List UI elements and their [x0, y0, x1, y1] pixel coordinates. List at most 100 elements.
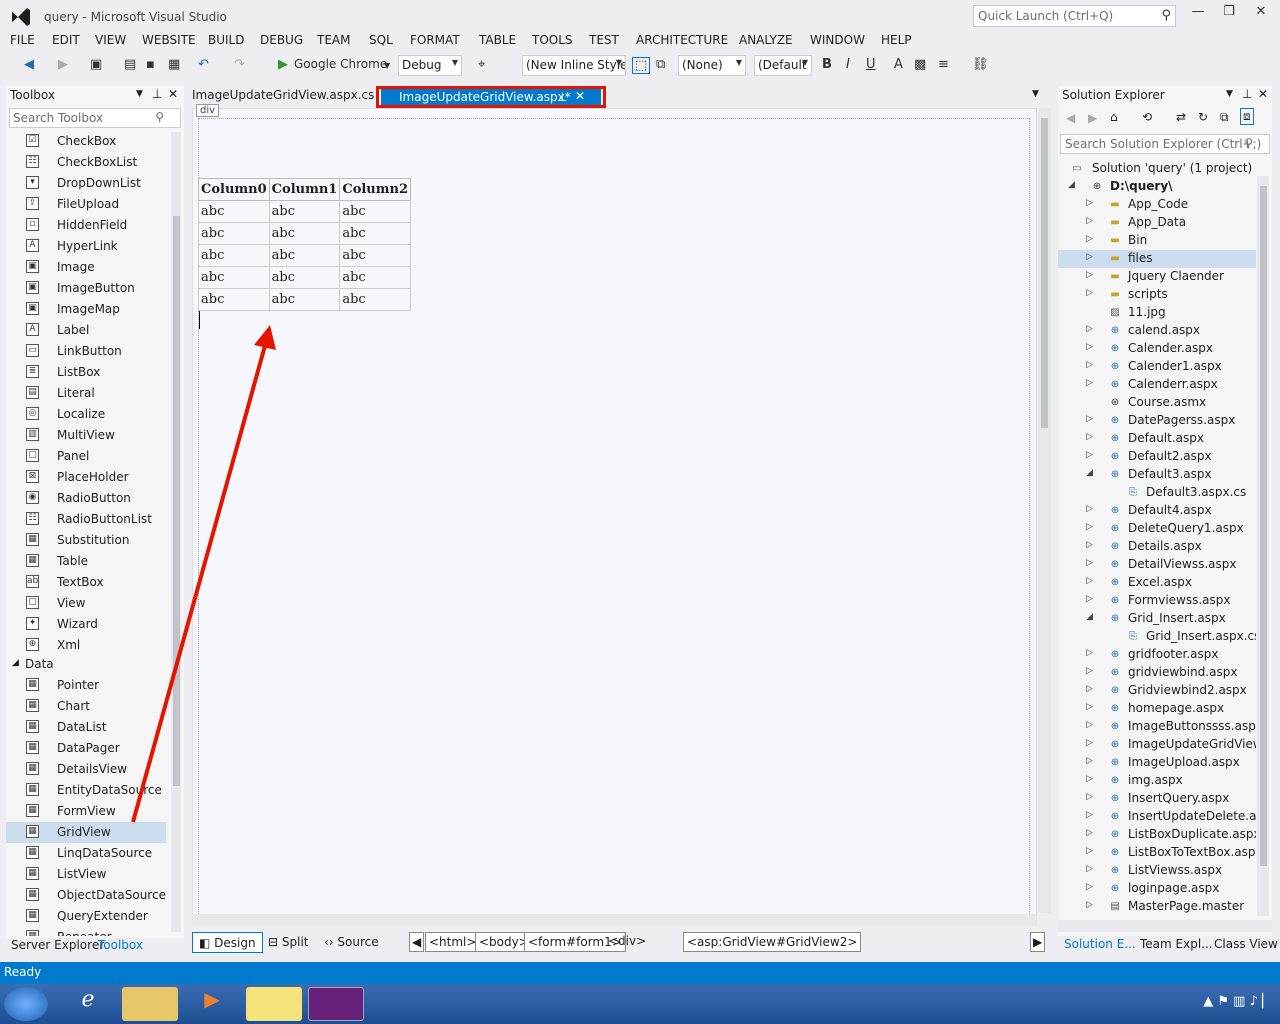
list-item[interactable]: ▷ ⊕ ListBoxToTextBox.aspx [1058, 844, 1256, 862]
expanded-arrow-icon[interactable]: ◢ [1086, 612, 1096, 622]
toolbox-item[interactable]: ⊕ Xml [6, 635, 166, 656]
collapsed-arrow-icon[interactable]: ▷ [1086, 360, 1096, 370]
list-item[interactable]: ▨ 11.jpg [1058, 304, 1256, 322]
breadcrumb-item[interactable]: <div> [605, 932, 649, 952]
quick-launch-input[interactable]: Quick Launch (Ctrl+Q) ⚲ [973, 5, 1176, 27]
list-item[interactable]: ▷ ⊕ ImageUpload.aspx [1058, 754, 1256, 772]
toolbox-item[interactable]: ▦ ObjectDataSource [6, 885, 166, 906]
collapsed-arrow-icon[interactable]: ▷ [1086, 738, 1096, 748]
align-icon[interactable]: ≡ [938, 57, 949, 72]
breadcrumb-item[interactable]: <asp:GridView#GridView2> [683, 932, 862, 952]
collapsed-arrow-icon[interactable]: ▷ [1086, 198, 1096, 208]
menu-test[interactable]: TEST [589, 33, 619, 47]
underline-button[interactable]: U [866, 57, 876, 72]
collapsed-arrow-icon[interactable]: ▷ [1086, 666, 1096, 676]
hyperlink-icon[interactable]: ⛓ [972, 57, 989, 72]
toolbox-item[interactable]: ▥ MultiView [6, 425, 166, 446]
browser-link-icon[interactable]: ⌖ [478, 57, 485, 72]
collapsed-arrow-icon[interactable]: ▷ [1086, 756, 1096, 766]
toolbox-item[interactable]: ab TextBox [6, 572, 166, 593]
list-item[interactable]: ▷ ⊕ Default4.aspx [1058, 502, 1256, 520]
internet-explorer-icon[interactable]: ℯ [60, 987, 116, 1021]
list-item[interactable]: ▷ ⊕ ListBoxDuplicate.aspx [1058, 826, 1256, 844]
toggle-overlay-icon[interactable]: ⧉ [656, 57, 665, 72]
menu-table[interactable]: TABLE [479, 33, 516, 47]
forward-icon[interactable]: ▶ [1088, 111, 1097, 125]
flag-icon[interactable]: ⚑ [1217, 994, 1229, 1009]
collapsed-arrow-icon[interactable]: ▷ [1086, 216, 1096, 226]
bold-button[interactable]: B [822, 57, 832, 72]
toolbox-item[interactable]: ▣ ImageButton [6, 278, 166, 299]
minimize-button[interactable]: — [1183, 4, 1213, 24]
solution-node[interactable]: ▭ Solution 'query' (1 project) [1058, 160, 1254, 178]
breadcrumb-right-arrow[interactable]: ▶ [1030, 932, 1046, 952]
tab-code-behind[interactable]: ImageUpdateGridView.aspx.cs [192, 88, 374, 102]
menu-view[interactable]: VIEW [95, 33, 126, 47]
menu-architecture[interactable]: ARCHITECTURE [636, 33, 728, 47]
new-project-icon[interactable]: ▣ [90, 57, 102, 72]
file-explorer-icon[interactable] [122, 987, 178, 1021]
toolbox-item[interactable]: ▦ Pointer [6, 675, 166, 696]
expanded-arrow-icon[interactable]: ◢ [1086, 468, 1096, 478]
menu-sql[interactable]: SQL [369, 33, 393, 47]
collapsed-arrow-icon[interactable]: ▷ [1086, 720, 1096, 730]
collapsed-arrow-icon[interactable]: ▷ [1086, 576, 1096, 586]
toolbox-item[interactable]: ☷ CheckBoxList [6, 152, 166, 173]
collapsed-arrow-icon[interactable]: ▷ [1086, 252, 1096, 262]
toolbox-item[interactable]: ▦ ListView [6, 864, 166, 885]
properties-icon[interactable]: ⧈ [1240, 108, 1254, 125]
toolbox-item[interactable]: ⊠ PlaceHolder [6, 467, 166, 488]
sync-icon[interactable]: ⇄ [1176, 110, 1186, 124]
save-all-icon[interactable]: ▦ [168, 57, 180, 72]
list-item[interactable]: ▷ ▤ MasterPage.master [1058, 898, 1256, 916]
menu-build[interactable]: BUILD [208, 33, 244, 47]
tab-solution-explorer[interactable]: Solution E... [1064, 937, 1136, 951]
collapsed-arrow-icon[interactable]: ▷ [1086, 378, 1096, 388]
back-icon[interactable]: ◀ [24, 57, 34, 72]
toolbox-item[interactable]: ☷ RadioButtonList [6, 509, 166, 530]
list-item[interactable]: ▷ ⊕ gridfooter.aspx [1058, 646, 1256, 664]
list-item[interactable]: ◢ ⊕ Grid_Insert.aspx [1058, 610, 1256, 628]
tab-overflow-icon[interactable]: ▼ [1032, 89, 1039, 99]
collapse-all-icon[interactable]: ⧉ [1220, 110, 1229, 125]
toolbox-item[interactable]: ▦ DetailsView [6, 759, 166, 780]
menu-edit[interactable]: EDIT [52, 33, 80, 47]
collapsed-arrow-icon[interactable]: ▷ [1086, 432, 1096, 442]
collapsed-arrow-icon[interactable]: ▷ [1086, 234, 1096, 244]
network-icon[interactable]: ▥ [1233, 994, 1245, 1009]
open-file-icon[interactable]: ▤ [124, 57, 136, 72]
editor-horizontal-scrollbar[interactable] [192, 914, 1037, 926]
toolbox-item[interactable]: ▢ Panel [6, 446, 166, 467]
collapsed-arrow-icon[interactable]: ▷ [1086, 522, 1096, 532]
collapsed-arrow-icon[interactable]: ▷ [1086, 774, 1096, 784]
tab-toolbox[interactable]: Toolbox [98, 938, 143, 952]
breadcrumb-left-arrow[interactable]: ◀ [409, 932, 425, 952]
run-icon[interactable]: ▶ [278, 57, 288, 72]
list-item[interactable]: ▷ ⊕ img.aspx [1058, 772, 1256, 790]
menu-website[interactable]: WEBSITE [142, 33, 196, 47]
tray-arrow-icon[interactable]: ▲ [1203, 994, 1213, 1009]
list-item[interactable]: ▷ ⊕ ListViewss.aspx [1058, 862, 1256, 880]
list-item[interactable]: ▷ ⊕ Formviewss.aspx [1058, 592, 1256, 610]
toolbox-item[interactable]: ▦ DataPager [6, 738, 166, 759]
list-item[interactable]: ▷ ▬ scripts [1058, 286, 1256, 304]
list-item[interactable]: ▷ ⊕ ImageButtonssss.aspx [1058, 718, 1256, 736]
close-icon[interactable]: ✕ [1258, 87, 1268, 101]
refresh-icon[interactable]: ↻ [1198, 110, 1208, 124]
history-icon[interactable]: ⟲ [1142, 110, 1152, 124]
solution-explorer-search-input[interactable]: Search Solution Explorer (Ctrl+;) ⚲ [1060, 134, 1270, 154]
visual-studio-taskbar-icon[interactable] [308, 987, 364, 1021]
pin-icon[interactable]: ⊥ [557, 90, 567, 104]
collapsed-arrow-icon[interactable]: ▷ [1086, 288, 1096, 298]
split-view-button[interactable]: ⊟ Split [262, 932, 314, 953]
restore-button[interactable]: ❐ [1214, 4, 1244, 24]
toolbox-item[interactable]: ▣ Image [6, 257, 166, 278]
gridview-preview[interactable]: Column0 Column1 Column2 abc abc abc abc abc abc… [198, 178, 412, 311]
list-item[interactable]: ▷ ⊕ loginpage.aspx [1058, 880, 1256, 898]
collapsed-arrow-icon[interactable]: ▷ [1086, 864, 1096, 874]
italic-button[interactable]: I [846, 57, 850, 72]
collapsed-arrow-icon[interactable]: ▷ [1086, 810, 1096, 820]
project-node[interactable]: ◢ ⊕ D:\query\ [1058, 178, 1254, 196]
collapsed-arrow-icon[interactable]: ▷ [1086, 504, 1096, 514]
menu-analyze[interactable]: ANALYZE [739, 33, 793, 47]
